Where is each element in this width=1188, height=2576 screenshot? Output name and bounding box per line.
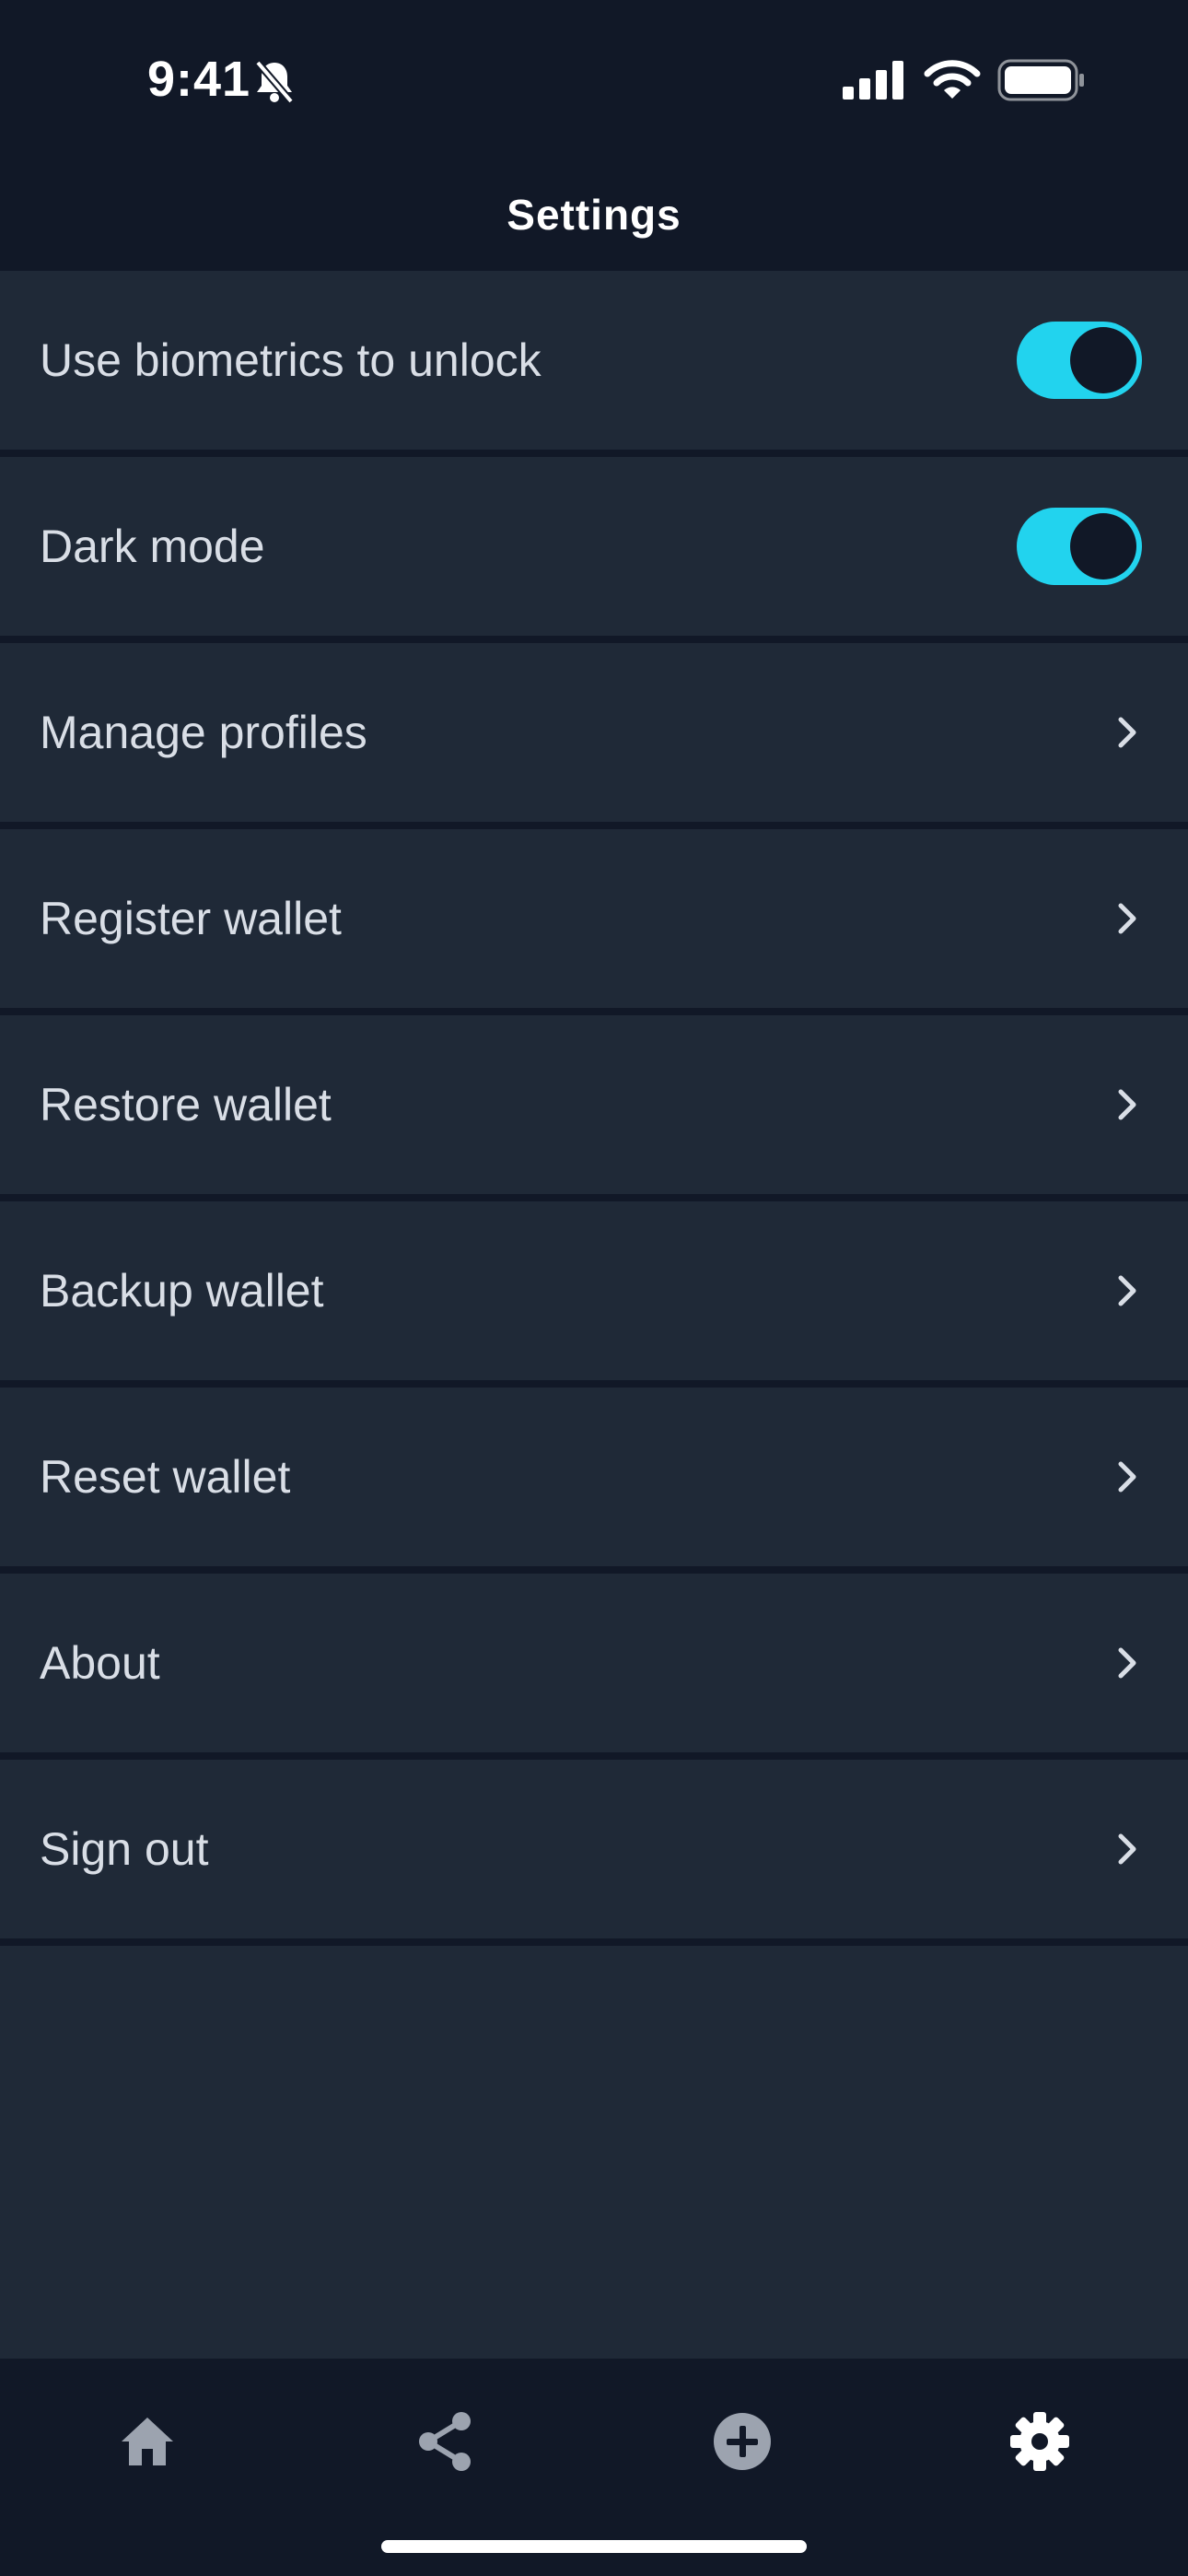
biometrics-toggle[interactable] (1017, 322, 1142, 399)
tab-settings[interactable] (994, 2395, 1086, 2488)
chevron-right-icon (1114, 900, 1140, 942)
tab-add[interactable] (696, 2395, 788, 2488)
settings-item-label: Dark mode (40, 521, 265, 572)
settings-item-label: Use biometrics to unlock (40, 334, 542, 386)
add-circle-icon (714, 2413, 771, 2470)
cellular-signal-icon (843, 61, 905, 104)
settings-item-manage-profiles[interactable]: Manage profiles (0, 643, 1188, 829)
settings-item-about[interactable]: About (0, 1574, 1188, 1760)
chevron-right-icon (1114, 1272, 1140, 1314)
dark-mode-toggle[interactable] (1017, 508, 1142, 585)
settings-item-biometrics[interactable]: Use biometrics to unlock (0, 271, 1188, 457)
wifi-icon (924, 59, 981, 104)
toggle-knob (1070, 513, 1136, 580)
home-indicator (381, 2540, 807, 2553)
gear-icon (1010, 2412, 1069, 2471)
settings-item-register-wallet[interactable]: Register wallet (0, 829, 1188, 1015)
chevron-right-icon (1114, 1086, 1140, 1128)
settings-item-label: Register wallet (40, 893, 342, 944)
navigation-header: Settings (0, 138, 1188, 271)
settings-item-label: Reset wallet (40, 1451, 291, 1503)
settings-item-backup-wallet[interactable]: Backup wallet (0, 1201, 1188, 1388)
chevron-right-icon (1114, 714, 1140, 755)
chevron-right-icon (1114, 1645, 1140, 1686)
settings-item-label: Manage profiles (40, 707, 367, 758)
settings-item-restore-wallet[interactable]: Restore wallet (0, 1015, 1188, 1201)
settings-item-label: Sign out (40, 1823, 209, 1875)
settings-item-label: Restore wallet (40, 1079, 332, 1130)
toggle-knob (1070, 327, 1136, 393)
bell-slash-icon (253, 59, 296, 108)
chevron-right-icon (1114, 1458, 1140, 1500)
page-title: Settings (507, 191, 681, 239)
tab-share[interactable] (399, 2395, 491, 2488)
status-bar: 9:41 (0, 0, 1188, 138)
settings-item-dark-mode[interactable]: Dark mode (0, 457, 1188, 643)
settings-item-reset-wallet[interactable]: Reset wallet (0, 1388, 1188, 1574)
settings-list: Use biometrics to unlock Dark mode Manag… (0, 271, 1188, 1946)
share-icon (419, 2412, 471, 2471)
settings-item-sign-out[interactable]: Sign out (0, 1760, 1188, 1946)
home-icon (122, 2418, 173, 2465)
battery-icon (997, 59, 1086, 106)
settings-item-label: About (40, 1637, 160, 1689)
status-time: 9:41 (147, 52, 251, 107)
chevron-right-icon (1114, 1831, 1140, 1872)
tab-home[interactable] (101, 2395, 193, 2488)
settings-item-label: Backup wallet (40, 1265, 324, 1317)
